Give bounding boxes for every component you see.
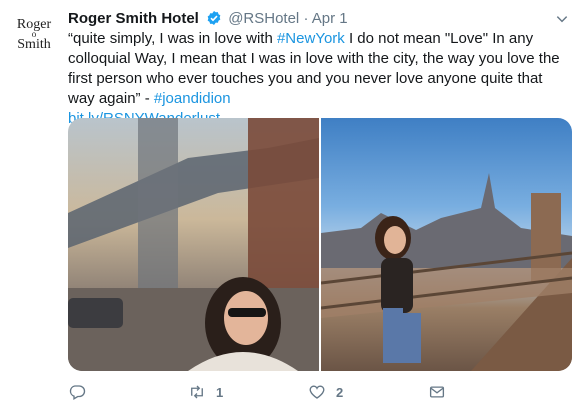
tweet-date[interactable]: Apr 1 [312, 10, 348, 27]
avatar[interactable]: Roger o Smith [10, 10, 58, 58]
tweet-actions: 1 2 [68, 382, 548, 402]
hashtag-newyork[interactable]: #NewYork [277, 30, 345, 47]
photo-right[interactable] [321, 118, 572, 371]
like-button[interactable]: 2 [308, 383, 428, 401]
hashtag-joandidion[interactable]: #joandidion [154, 90, 231, 107]
direct-message-icon [429, 386, 445, 398]
verified-badge-icon [207, 11, 221, 25]
photo-left[interactable] [68, 118, 319, 371]
tweet-media [68, 118, 572, 371]
retweet-icon [191, 385, 203, 399]
brooklyn-bridge-illustration [321, 173, 572, 371]
tweet-text-part: “quite simply, I was in love with [68, 30, 277, 47]
retweet-button[interactable]: 1 [188, 383, 308, 401]
avatar-text-line2: Smith [17, 36, 51, 52]
tweet-text: “quite simply, I was in love with #NewYo… [68, 29, 573, 129]
direct-message-button[interactable] [428, 383, 548, 401]
author-name[interactable]: Roger Smith Hotel [68, 10, 199, 27]
author-handle[interactable]: @RSHotel [228, 10, 299, 27]
like-count: 2 [336, 384, 344, 400]
reply-icon [69, 385, 86, 400]
tweet-header: Roger Smith Hotel @RSHotel · Apr 1 [68, 9, 348, 29]
separator-dot: · [303, 10, 309, 27]
chevron-down-icon[interactable] [555, 12, 569, 26]
like-icon [309, 385, 325, 399]
manhattan-bridge-illustration [68, 118, 319, 371]
reply-button[interactable] [68, 383, 188, 401]
retweet-count: 1 [216, 384, 224, 400]
